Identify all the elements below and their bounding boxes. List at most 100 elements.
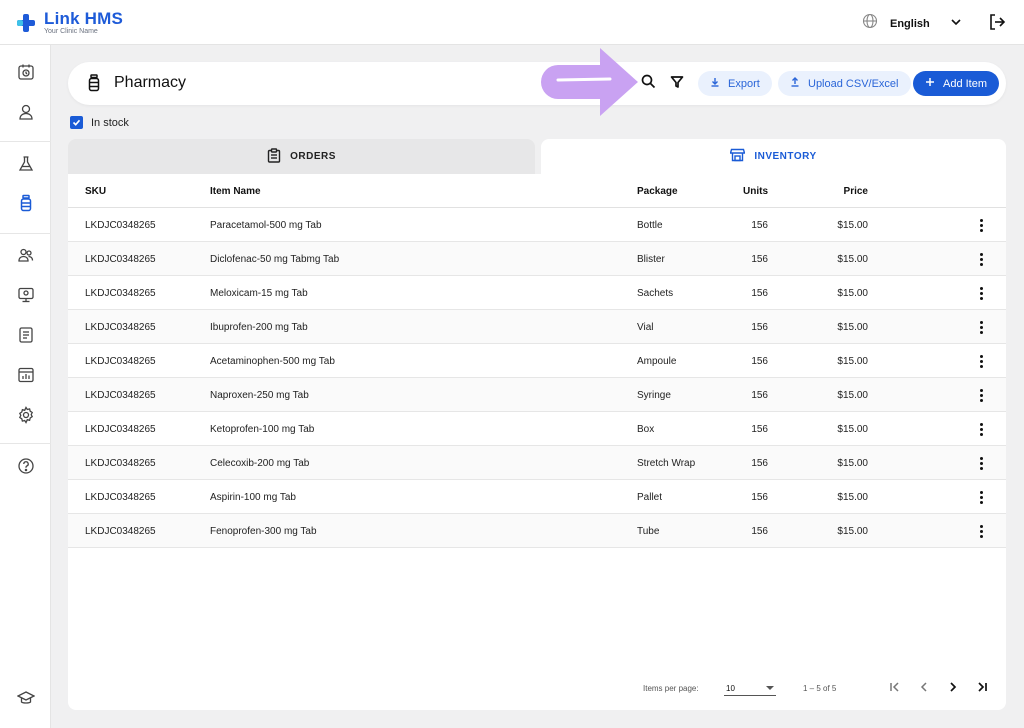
previous-page-button[interactable]: [916, 680, 932, 696]
cell-sku: LKDJC0348265: [85, 526, 156, 537]
table-row[interactable]: LKDJC0348265 Ibuprofen-200 mg Tab Vial 1…: [68, 310, 1006, 344]
cell-item-name: Acetaminophen-500 mg Tab: [210, 356, 335, 367]
cell-units: 156: [751, 424, 768, 435]
row-menu-icon[interactable]: [974, 387, 988, 403]
next-page-button[interactable]: [945, 680, 961, 696]
sidebar-item-analytics[interactable]: [16, 367, 36, 387]
column-header-item-name[interactable]: Item Name: [210, 186, 261, 197]
logout-button[interactable]: [988, 13, 1006, 36]
sidebar-item-patients[interactable]: [16, 104, 36, 124]
help-icon: [17, 457, 35, 480]
items-per-page-label: Items per page:: [643, 684, 699, 693]
sidebar-item-settings[interactable]: [16, 405, 36, 427]
caret-down-icon: [766, 686, 774, 690]
app-name: Link HMS: [44, 9, 124, 28]
highlight-arrow-icon: [538, 48, 642, 121]
cell-sku: LKDJC0348265: [85, 322, 156, 333]
items-per-page-select[interactable]: 10: [724, 680, 776, 696]
plus-icon: [925, 77, 935, 90]
sidebar-item-help[interactable]: [16, 457, 36, 480]
staff-icon: [17, 246, 35, 269]
sidebar-divider: [0, 443, 51, 444]
cell-item-name: Meloxicam-15 mg Tab: [210, 288, 308, 299]
app-logo[interactable]: Link HMS Your Clinic Name: [16, 10, 123, 35]
table-row[interactable]: LKDJC0348265 Naproxen-250 mg Tab Syringe…: [68, 378, 1006, 412]
add-item-button[interactable]: Add Item: [913, 71, 1000, 96]
pharmacy-bottle-icon: [17, 194, 35, 217]
last-page-button[interactable]: [974, 680, 990, 696]
sidebar-item-learning[interactable]: [16, 690, 36, 710]
cell-package: Blister: [637, 254, 665, 265]
sidebar-item-staff[interactable]: [16, 247, 36, 267]
row-menu-icon[interactable]: [974, 251, 988, 267]
row-menu-icon[interactable]: [974, 455, 988, 471]
sidebar-item-telehealth[interactable]: [16, 287, 36, 307]
column-header-units[interactable]: Units: [728, 186, 768, 197]
language-selector[interactable]: English: [862, 13, 962, 34]
sidebar-item-appointments[interactable]: [16, 64, 36, 84]
cell-item-name: Ketoprofen-100 mg Tab: [210, 424, 315, 435]
search-icon: [641, 74, 656, 94]
cell-units: 156: [751, 526, 768, 537]
cell-units: 156: [751, 492, 768, 503]
table-row[interactable]: LKDJC0348265 Fenoprofen-300 mg Tab Tube …: [68, 514, 1006, 548]
clipboard-icon: [267, 147, 281, 166]
table-row[interactable]: LKDJC0348265 Aspirin-100 mg Tab Pallet 1…: [68, 480, 1006, 514]
tab-orders[interactable]: ORDERS: [68, 139, 535, 174]
export-button[interactable]: Export: [698, 71, 772, 96]
sidebar-item-records[interactable]: [16, 326, 36, 349]
cell-item-name: Fenoprofen-300 mg Tab: [210, 526, 317, 537]
sidebar-item-lab[interactable]: [16, 155, 36, 176]
user-icon: [17, 103, 35, 126]
cell-package: Tube: [637, 526, 660, 537]
cell-price: $15.00: [837, 390, 868, 401]
column-header-package[interactable]: Package: [637, 186, 678, 197]
cell-item-name: Paracetamol-500 mg Tab: [210, 220, 322, 231]
logo-cross-icon: [16, 13, 36, 33]
chevron-down-icon: [950, 15, 962, 33]
cell-units: 156: [751, 254, 768, 265]
upload-label: Upload CSV/Excel: [808, 77, 899, 90]
table-row[interactable]: LKDJC0348265 Celecoxib-200 mg Tab Stretc…: [68, 446, 1006, 480]
cell-sku: LKDJC0348265: [85, 424, 156, 435]
table-row[interactable]: LKDJC0348265 Diclofenac-50 mg Tabmg Tab …: [68, 242, 1006, 276]
in-stock-filter[interactable]: In stock: [70, 116, 129, 129]
top-bar: Link HMS Your Clinic Name English: [0, 0, 1024, 45]
row-menu-icon[interactable]: [974, 285, 988, 301]
cell-item-name: Aspirin-100 mg Tab: [210, 492, 296, 503]
sidebar-item-pharmacy[interactable]: [16, 194, 36, 217]
globe-icon: [862, 13, 878, 34]
column-header-price[interactable]: Price: [808, 186, 868, 197]
row-menu-icon[interactable]: [974, 489, 988, 505]
row-menu-icon[interactable]: [974, 217, 988, 233]
cell-package: Box: [637, 424, 655, 435]
first-page-button[interactable]: [887, 680, 903, 696]
store-icon: [729, 148, 746, 165]
filter-button[interactable]: [667, 74, 687, 94]
cell-price: $15.00: [837, 492, 868, 503]
upload-button[interactable]: Upload CSV/Excel: [778, 71, 911, 96]
table-row[interactable]: LKDJC0348265 Paracetamol-500 mg Tab Bott…: [68, 208, 1006, 242]
cell-price: $15.00: [837, 254, 868, 265]
table-row[interactable]: LKDJC0348265 Ketoprofen-100 mg Tab Box 1…: [68, 412, 1006, 446]
column-header-sku[interactable]: SKU: [85, 186, 106, 197]
in-stock-checkbox[interactable]: [70, 116, 83, 129]
cell-package: Stretch Wrap: [637, 458, 696, 469]
row-menu-icon[interactable]: [974, 353, 988, 369]
sidebar-divider: [0, 141, 51, 142]
search-button[interactable]: [638, 74, 658, 94]
sidebar-divider: [0, 233, 51, 234]
clinic-name: Your Clinic Name: [44, 28, 98, 35]
table-row[interactable]: LKDJC0348265 Acetaminophen-500 mg Tab Am…: [68, 344, 1006, 378]
report-icon: [17, 326, 35, 349]
cell-package: Bottle: [637, 220, 663, 231]
row-menu-icon[interactable]: [974, 421, 988, 437]
table-row[interactable]: LKDJC0348265 Meloxicam-15 mg Tab Sachets…: [68, 276, 1006, 310]
download-icon: [710, 77, 720, 90]
education-cap-icon: [16, 689, 36, 712]
filter-icon: [670, 75, 684, 94]
first-page-icon: [889, 681, 901, 695]
row-menu-icon[interactable]: [974, 319, 988, 335]
row-menu-icon[interactable]: [974, 523, 988, 539]
tab-inventory[interactable]: INVENTORY: [541, 139, 1006, 174]
